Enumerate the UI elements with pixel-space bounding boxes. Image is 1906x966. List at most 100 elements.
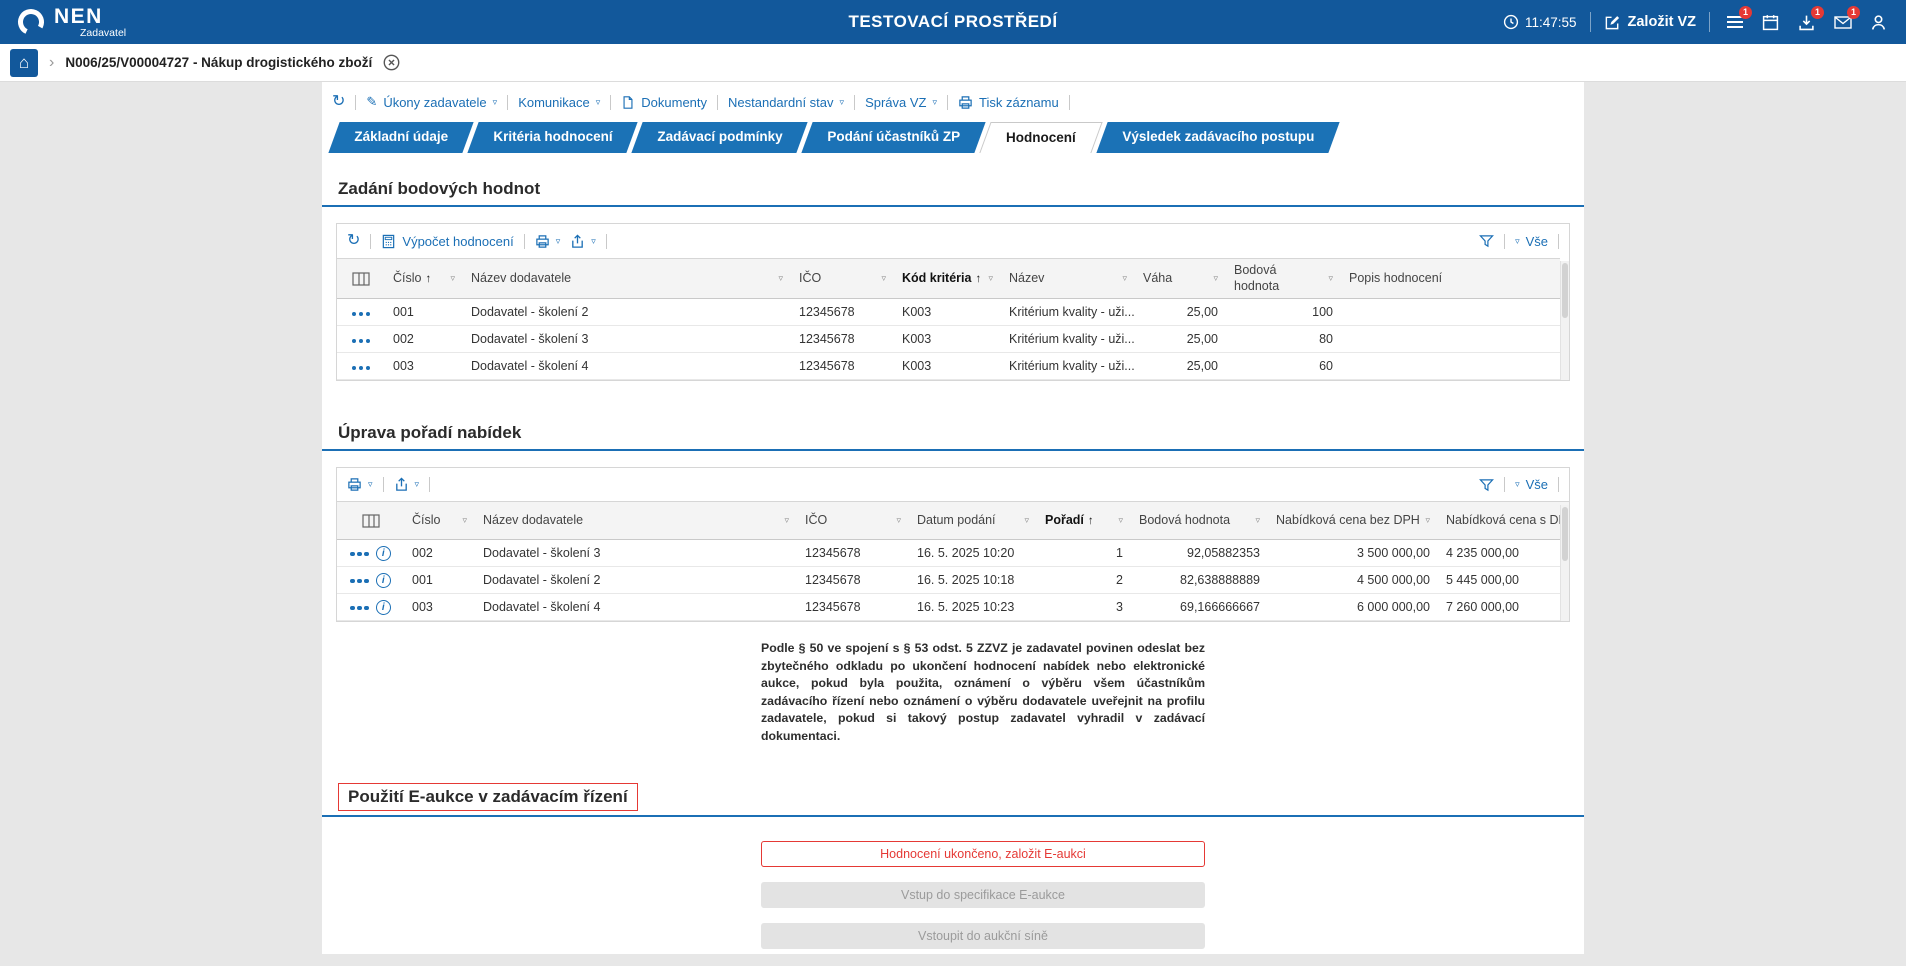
menu-komunikace[interactable]: Komunikace ▿ — [518, 95, 600, 110]
column-header-vaha[interactable]: Váha ▿ — [1135, 259, 1226, 299]
refresh-button[interactable]: ↻ — [347, 233, 360, 249]
enter-auction-room-button[interactable]: Vstoupit do aukční síně — [761, 923, 1205, 949]
menu-tisk-zaznamu[interactable]: Tisk záznamu — [958, 95, 1059, 110]
nen-logo[interactable]: NEN Zadavatel — [16, 6, 126, 39]
profile-button[interactable] — [1867, 11, 1890, 34]
column-header-nazev[interactable]: Název ▿ — [1001, 259, 1135, 299]
column-header-cislo[interactable]: Číslo ▿ — [404, 502, 475, 540]
vertical-scrollbar[interactable] — [1560, 261, 1569, 380]
scrollbar-thumb[interactable] — [1562, 507, 1568, 560]
column-config[interactable] — [337, 259, 385, 299]
filter-caret-icon[interactable]: ▿ — [1024, 516, 1029, 525]
column-header-nazev-dodavatele[interactable]: Název dodavatele ▿ — [463, 259, 791, 299]
row-actions-icon[interactable] — [352, 366, 371, 371]
export-table-button[interactable]: ▿ — [394, 477, 420, 492]
column-header-kod-kriteria[interactable]: Kód kritéria ↑ ▿ — [894, 259, 1001, 299]
column-config[interactable] — [337, 502, 404, 540]
print-table-button[interactable]: ▿ — [347, 477, 373, 492]
filter-caret-icon[interactable]: ▿ — [896, 516, 901, 525]
filter-button[interactable] — [1479, 234, 1494, 248]
finish-evaluation-create-eauction-button[interactable]: Hodnocení ukončeno, založit E-aukci — [761, 841, 1205, 867]
calendar-icon — [1762, 14, 1779, 31]
filter-caret-icon[interactable]: ▿ — [784, 516, 789, 525]
row-actions-icon[interactable] — [350, 579, 369, 584]
tab-vysledek[interactable]: Výsledek zadávacího postupu — [1096, 122, 1339, 153]
separator — [429, 477, 430, 492]
downloads-button[interactable]: 1 — [1795, 11, 1818, 34]
cell — [1341, 326, 1560, 353]
table-row[interactable]: 002 Dodavatel - školení 3 12345678 K003 … — [337, 326, 1560, 353]
menu-button[interactable]: 1 — [1723, 11, 1746, 34]
info-icon[interactable]: i — [376, 546, 391, 561]
chevron-down-icon: ▿ — [368, 480, 373, 489]
column-header-poradi[interactable]: Pořadí ↑ ▿ — [1037, 502, 1131, 540]
filter-caret-icon[interactable]: ▿ — [1118, 516, 1123, 525]
column-header-nazev-dodavatele[interactable]: Název dodavatele ▿ — [475, 502, 797, 540]
column-header-bodova-hodnota[interactable]: Bodová hodnota ▿ — [1131, 502, 1268, 540]
calendar-button[interactable] — [1759, 11, 1782, 34]
filter-caret-icon[interactable]: ▿ — [1213, 274, 1218, 283]
info-icon[interactable]: i — [376, 600, 391, 615]
refresh-button[interactable]: ↻ — [332, 94, 345, 110]
close-record-button[interactable] — [383, 54, 400, 71]
menu-nestandardni-stav[interactable]: Nestandardní stav ▿ — [728, 95, 844, 110]
table-row[interactable]: 003 Dodavatel - školení 4 12345678 K003 … — [337, 353, 1560, 380]
column-header-cena-bez-dph[interactable]: Nabídková cena bez DPH ▿ — [1268, 502, 1438, 540]
info-icon[interactable]: i — [376, 573, 391, 588]
column-header-popis-hodnoceni[interactable]: Popis hodnocení — [1341, 259, 1560, 299]
filter-caret-icon[interactable]: ▿ — [988, 274, 993, 283]
filter-caret-icon[interactable]: ▿ — [1255, 516, 1260, 525]
menu-ukony-zadavatele[interactable]: ✎ Úkony zadavatele ▿ — [366, 94, 497, 110]
tab-kriteria-hodnoceni[interactable]: Kritéria hodnocení — [467, 122, 638, 153]
chevron-down-icon: ▿ — [415, 480, 420, 489]
nen-logo-icon — [16, 7, 46, 37]
table-row[interactable]: 001 Dodavatel - školení 2 12345678 K003 … — [337, 299, 1560, 326]
filter-caret-icon[interactable]: ▿ — [450, 274, 455, 283]
breadcrumb-item[interactable]: N006/25/V00004727 - Nákup drogistického … — [65, 55, 372, 70]
row-actions-icon[interactable] — [350, 606, 369, 611]
vertical-scrollbar[interactable] — [1560, 505, 1569, 621]
column-header-bodova-hodnota[interactable]: Bodová hodnota ▿ — [1226, 259, 1341, 299]
time-text: 11:47:55 — [1525, 15, 1577, 30]
column-header-cislo[interactable]: Číslo ↑ ▿ — [385, 259, 463, 299]
column-header-ico[interactable]: IČO ▿ — [797, 502, 909, 540]
brand-name: NEN — [54, 6, 126, 27]
filter-caret-icon[interactable]: ▿ — [1425, 516, 1430, 525]
menu-sprava-vz[interactable]: Správa VZ ▿ — [865, 95, 937, 110]
column-header-ico[interactable]: IČO ▿ — [791, 259, 894, 299]
column-header-datum-podani[interactable]: Datum podání ▿ — [909, 502, 1037, 540]
filter-caret-icon[interactable]: ▿ — [462, 516, 467, 525]
row-actions-icon[interactable] — [350, 552, 369, 557]
enter-eauction-specification-button[interactable]: Vstup do specifikace E-aukce — [761, 882, 1205, 908]
show-all-button[interactable]: ▿ Vše — [1515, 477, 1548, 492]
home-button[interactable]: ⌂ — [10, 49, 38, 77]
table-row[interactable]: i 003 Dodavatel - školení 4 12345678 16.… — [337, 594, 1570, 621]
table-row[interactable]: i 002 Dodavatel - školení 3 12345678 16.… — [337, 540, 1570, 567]
messages-button[interactable]: 1 — [1831, 11, 1854, 34]
separator — [947, 95, 948, 110]
print-table-button[interactable]: ▿ — [535, 234, 561, 249]
scrollbar-thumb[interactable] — [1562, 263, 1568, 318]
filter-caret-icon[interactable]: ▿ — [778, 274, 783, 283]
filter-button[interactable] — [1479, 478, 1494, 492]
row-actions-icon[interactable] — [352, 312, 371, 317]
cell: 100 — [1226, 299, 1341, 326]
refresh-icon: ↻ — [347, 233, 360, 249]
menu-dokumenty[interactable]: Dokumenty — [621, 95, 707, 110]
tab-podani-ucastniku[interactable]: Podání účastníků ZP — [802, 122, 986, 153]
tab-zadavaci-podminky[interactable]: Zadávací podmínky — [631, 122, 808, 153]
cell: 12345678 — [797, 540, 909, 567]
filter-caret-icon[interactable]: ▿ — [1328, 274, 1333, 283]
tab-hodnoceni[interactable]: Hodnocení — [979, 122, 1102, 153]
column-header-cena-s-dph[interactable]: Nabídková cena s DPH — [1438, 502, 1570, 540]
compute-evaluation-button[interactable]: Výpočet hodnocení — [381, 234, 513, 249]
cell: 12345678 — [791, 326, 894, 353]
create-vz-button[interactable]: Založit VZ — [1604, 14, 1696, 31]
tab-zakladni-udaje[interactable]: Základní údaje — [328, 122, 473, 153]
export-table-button[interactable]: ▿ — [570, 234, 596, 249]
filter-caret-icon[interactable]: ▿ — [881, 274, 886, 283]
show-all-button[interactable]: ▿ Vše — [1515, 234, 1548, 249]
table-row[interactable]: i 001 Dodavatel - školení 2 12345678 16.… — [337, 567, 1570, 594]
row-actions-icon[interactable] — [352, 339, 371, 344]
filter-caret-icon[interactable]: ▿ — [1122, 274, 1127, 283]
